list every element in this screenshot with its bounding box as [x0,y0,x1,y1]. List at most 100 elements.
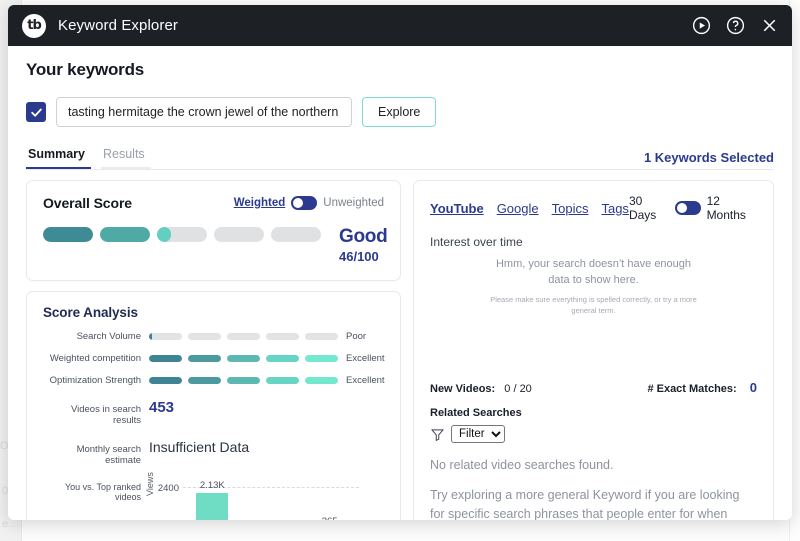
overall-score-bars [43,227,321,242]
unweighted-label[interactable]: Unweighted [323,197,384,209]
score-analysis-row: Optimization Strength Excellent [43,375,384,386]
metric-verdict: Poor [338,331,366,342]
score-analysis-card: Score Analysis Search Volume Poor Weighted… [26,291,401,520]
bar-fill [188,355,221,362]
time-range-toggle-switch[interactable] [675,201,701,215]
source-tabs: YouTube Google Topics Tags [430,201,629,216]
tab-summary[interactable]: Summary [26,147,91,169]
toggle-knob [293,198,303,208]
overall-score-bar [157,227,207,242]
bar-fill [157,227,171,242]
chart-bar-value: 365 [322,516,338,520]
bar-fill [188,377,221,384]
metric-bar [266,355,299,362]
no-related-searches-message: No related video searches found. [430,458,757,472]
chart-bar-group: 2.13KAverage [183,493,242,520]
bar-fill [149,333,152,340]
exact-matches-label: # Exact Matches: [647,383,736,395]
score-analysis-title: Score Analysis [43,305,384,320]
window-content: Your keywords Explore Summary Results 1 … [8,46,792,520]
bar-fill [149,355,182,362]
related-searches-hint: Try exploring a more general Keyword if … [430,486,757,520]
weighted-label[interactable]: Weighted [234,197,286,209]
related-searches-filter-select[interactable]: Filter [451,425,505,443]
related-searches-filter-row: Filter [430,425,757,443]
help-circle-icon[interactable] [725,15,746,36]
insights-panel: YouTube Google Topics Tags 30 Days 12 Month… [413,180,774,520]
left-column: Overall Score Weighted Unweighted Good 4… [26,180,401,520]
overall-score-body: Good 46/100 [43,227,384,264]
explore-button[interactable]: Explore [362,97,436,127]
source-tab-google[interactable]: Google [497,201,539,216]
metric-bars [149,377,338,384]
bar-fill [227,355,260,362]
metric-bar [305,355,338,362]
views-chart-row: You vs. Top ranked videos Views 024002.1… [43,480,384,520]
videos-in-search-results-value: 453 [149,399,174,416]
bar-fill [43,227,93,242]
metric-bar [227,355,260,362]
source-tab-topics[interactable]: Topics [552,201,589,216]
right-column: YouTube Google Topics Tags 30 Days 12 Month… [413,180,774,520]
tab-results[interactable]: Results [101,147,151,169]
bar-fill [266,355,299,362]
metric-bar [149,333,182,340]
metric-bar [188,355,221,362]
score-verdict-value: 46/100 [339,249,387,264]
window-titlebar: tb Keyword Explorer [8,5,792,46]
metric-bar [227,377,260,384]
weighted-toggle-group: Weighted Unweighted [234,196,384,210]
chart-y-tick-label: 2400 [158,483,179,494]
empty-state-hint: Please make sure everything is spelled c… [490,294,697,317]
views-chart-label: You vs. Top ranked videos [43,480,149,520]
new-videos-label: New Videos: [430,383,495,395]
overall-score-bar [100,227,150,242]
related-searches-title: Related Searches [430,407,757,419]
source-tab-youtube[interactable]: YouTube [430,201,484,216]
app-logo-text: tb [27,18,41,33]
range-12-months-label[interactable]: 12 Months [707,194,757,222]
monthly-search-estimate-value: Insufficient Data [149,439,249,455]
keyword-checkbox[interactable] [26,102,46,122]
bar-fill [100,227,150,242]
score-analysis-metrics: Search Volume Poor Weighted competition Exc… [43,331,384,386]
metric-bars [149,333,338,340]
chart-bar [196,493,228,520]
bar-fill [305,355,338,362]
views-bar-chart: Views 024002.13KAverage70Lowest of Top r… [149,480,359,520]
insights-header: YouTube Google Topics Tags 30 Days 12 Month… [430,194,757,222]
filter-funnel-icon[interactable] [430,427,445,442]
video-stats-row: New Videos: 0 / 20 # Exact Matches: 0 [430,380,757,395]
metric-verdict: Excellent [338,353,385,364]
metric-bar [149,377,182,384]
monthly-search-estimate-label: Monthly search estimate [43,444,149,466]
metric-bar [305,377,338,384]
overall-score-bar [214,227,264,242]
weighted-toggle-switch[interactable] [291,196,317,210]
chart-y-axis-title: Views [145,472,155,496]
videos-in-search-results-label: Videos in search results [43,404,149,426]
metric-label: Optimization Strength [43,375,149,386]
range-30-days-label[interactable]: 30 Days [629,194,669,222]
videos-in-search-results-row: Videos in search results 453 [43,399,384,426]
metric-bar [266,377,299,384]
check-icon [30,106,43,119]
overall-score-title: Overall Score [43,195,132,211]
chart-plot-area: 024002.13KAverage70Lowest of Top ranked3… [183,488,359,520]
source-tab-tags[interactable]: Tags [601,201,628,216]
metric-verdict: Excellent [338,375,385,386]
keyword-input[interactable] [56,97,352,127]
play-circle-icon[interactable] [691,15,712,36]
metric-label: Search Volume [43,331,149,342]
metric-label: Weighted competition [43,353,149,364]
keyword-explorer-window: tb Keyword Explorer Your keywords Explor… [8,5,792,520]
app-title: Keyword Explorer [58,17,178,34]
overall-score-verdict: Good 46/100 [339,227,387,264]
metric-bars [149,355,338,362]
time-range-toggle-group: 30 Days 12 Months [629,194,757,222]
page-title: Your keywords [26,60,774,80]
close-icon[interactable] [759,15,780,36]
monthly-search-estimate-row: Monthly search estimate Insufficient Dat… [43,439,384,466]
metric-bar [188,377,221,384]
interest-empty-state: Hmm, your search doesn’t have enough dat… [430,257,757,316]
